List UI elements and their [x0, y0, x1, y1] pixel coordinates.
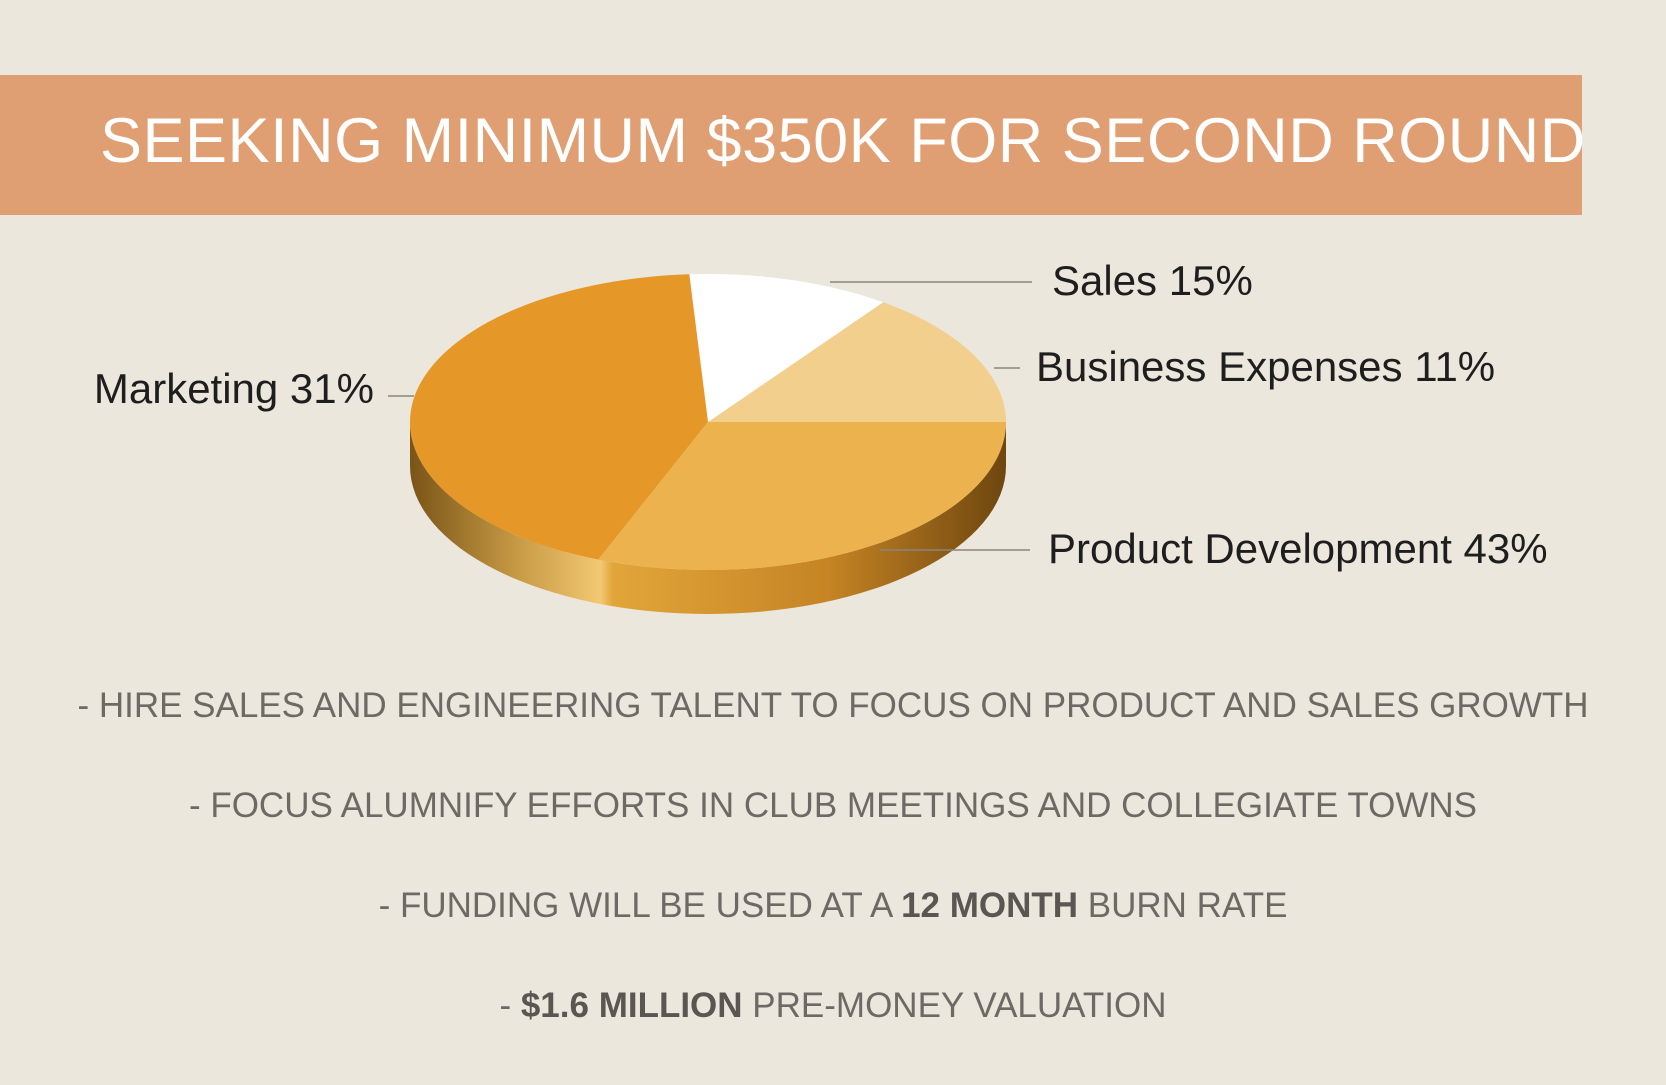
bullet-item: - FOCUS ALUMNIFY EFFORTS IN CLUB MEETING… [188, 786, 1478, 825]
bullet-item: - FUNDING WILL BE USED AT A 12 MONTH BUR… [378, 886, 1288, 925]
pie-label: Sales 15% [1052, 257, 1253, 304]
pie-label: Marketing 31% [94, 365, 374, 412]
pie-label: Product Development 43% [1048, 525, 1548, 572]
pie-label: Business Expenses 11% [1036, 343, 1495, 390]
bullet-item: - $1.6 MILLION PRE-MONEY VALUATION [499, 986, 1167, 1025]
bullet-item: - HIRE SALES AND ENGINEERING TALENT TO F… [77, 686, 1589, 725]
pie-chart: Sales 15% Business Expenses 11% Product De… [94, 257, 1548, 614]
